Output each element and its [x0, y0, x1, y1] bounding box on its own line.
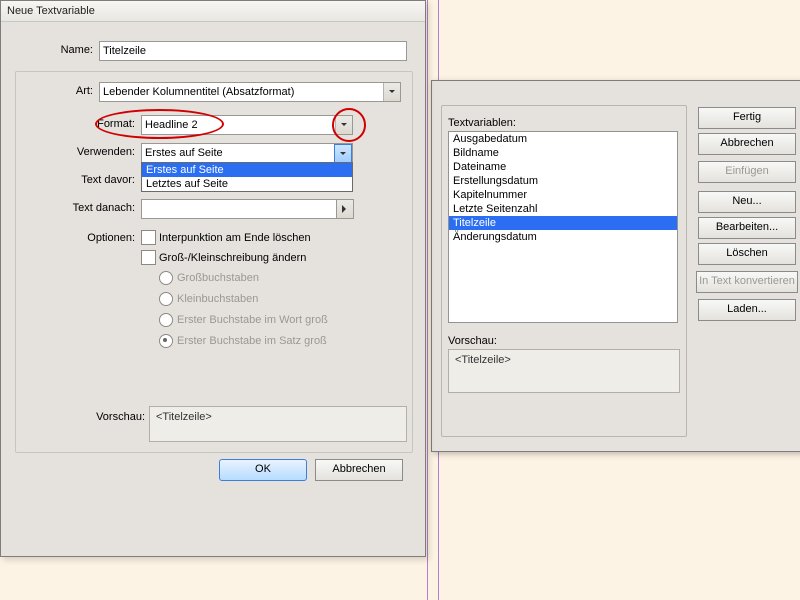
change-case-label: Groß-/Kleinschreibung ändern [159, 252, 306, 264]
dialog-title: Neue Textvariable [1, 1, 425, 22]
lowercase-label: Kleinbuchstaben [177, 293, 258, 305]
delete-button[interactable]: Löschen [698, 243, 796, 265]
dropdown-option[interactable]: Letztes auf Seite [142, 177, 352, 191]
list-item[interactable]: Bildname [449, 146, 677, 160]
list-item[interactable]: Änderungsdatum [449, 230, 677, 244]
sentencecase-label: Erster Buchstabe im Satz groß [177, 335, 327, 347]
preview-box: <Titelzeile> [149, 406, 407, 442]
chevron-down-icon[interactable] [334, 144, 352, 164]
titlecase-word-radio [159, 313, 173, 327]
chevron-down-icon[interactable] [335, 116, 352, 134]
cancel-button[interactable]: Abbrechen [315, 459, 403, 481]
text-before-label: Text davor: [51, 174, 135, 186]
preview-label: Vorschau: [61, 411, 145, 423]
ok-button[interactable]: OK [219, 459, 307, 481]
options-label: Optionen: [51, 232, 135, 244]
preview-text: <Titelzeile> [455, 354, 511, 366]
name-label: Name: [9, 44, 93, 56]
delete-punctuation-label: Interpunktion am Ende löschen [159, 232, 311, 244]
delete-punctuation-checkbox[interactable] [141, 230, 156, 245]
list-item[interactable]: Letzte Seitenzahl [449, 202, 677, 216]
preview-text: <Titelzeile> [156, 411, 212, 423]
format-combo[interactable]: Headline 2 [141, 115, 353, 135]
text-variables-dialog: Textvariablen: AusgabedatumBildnameDatei… [431, 80, 800, 452]
insert-button: Einfügen [698, 161, 796, 183]
preview-label: Vorschau: [448, 335, 497, 347]
lowercase-radio [159, 292, 173, 306]
done-button[interactable]: Fertig [698, 107, 796, 129]
use-combo[interactable]: Erstes auf Seite [141, 143, 353, 163]
name-input[interactable]: Titelzeile [99, 41, 407, 61]
text-after-input[interactable] [141, 199, 339, 219]
list-item[interactable]: Ausgabedatum [449, 132, 677, 146]
new-text-variable-dialog: Neue Textvariable Name: Titelzeile Art: … [0, 0, 426, 557]
use-label: Verwenden: [51, 146, 135, 158]
flyout-arrow-icon[interactable] [336, 199, 354, 219]
format-label: Format: [51, 118, 135, 130]
chevron-down-icon[interactable] [383, 83, 400, 101]
preview-box: <Titelzeile> [448, 349, 680, 393]
titlecase-word-label: Erster Buchstabe im Wort groß [177, 314, 328, 326]
type-label: Art: [9, 85, 93, 97]
list-item[interactable]: Titelzeile [449, 216, 677, 230]
list-item[interactable]: Erstellungsdatum [449, 174, 677, 188]
new-button[interactable]: Neu... [698, 191, 796, 213]
uppercase-label: Großbuchstaben [177, 272, 259, 284]
change-case-checkbox[interactable] [141, 250, 156, 265]
variables-list-label: Textvariablen: [448, 117, 516, 129]
dropdown-option[interactable]: Erstes auf Seite [142, 163, 352, 177]
convert-to-text-button: In Text konvertieren [696, 271, 798, 293]
load-button[interactable]: Laden... [698, 299, 796, 321]
list-item[interactable]: Dateiname [449, 160, 677, 174]
uppercase-radio [159, 271, 173, 285]
sentencecase-radio [159, 334, 173, 348]
cancel-button[interactable]: Abbrechen [698, 133, 796, 155]
type-combo[interactable]: Lebender Kolumnentitel (Absatzformat) [99, 82, 401, 102]
text-after-label: Text danach: [51, 202, 135, 214]
use-dropdown-list[interactable]: Erstes auf SeiteLetztes auf Seite [141, 162, 353, 192]
edit-button[interactable]: Bearbeiten... [698, 217, 796, 239]
variables-listbox[interactable]: AusgabedatumBildnameDateinameErstellungs… [448, 131, 678, 323]
list-item[interactable]: Kapitelnummer [449, 188, 677, 202]
